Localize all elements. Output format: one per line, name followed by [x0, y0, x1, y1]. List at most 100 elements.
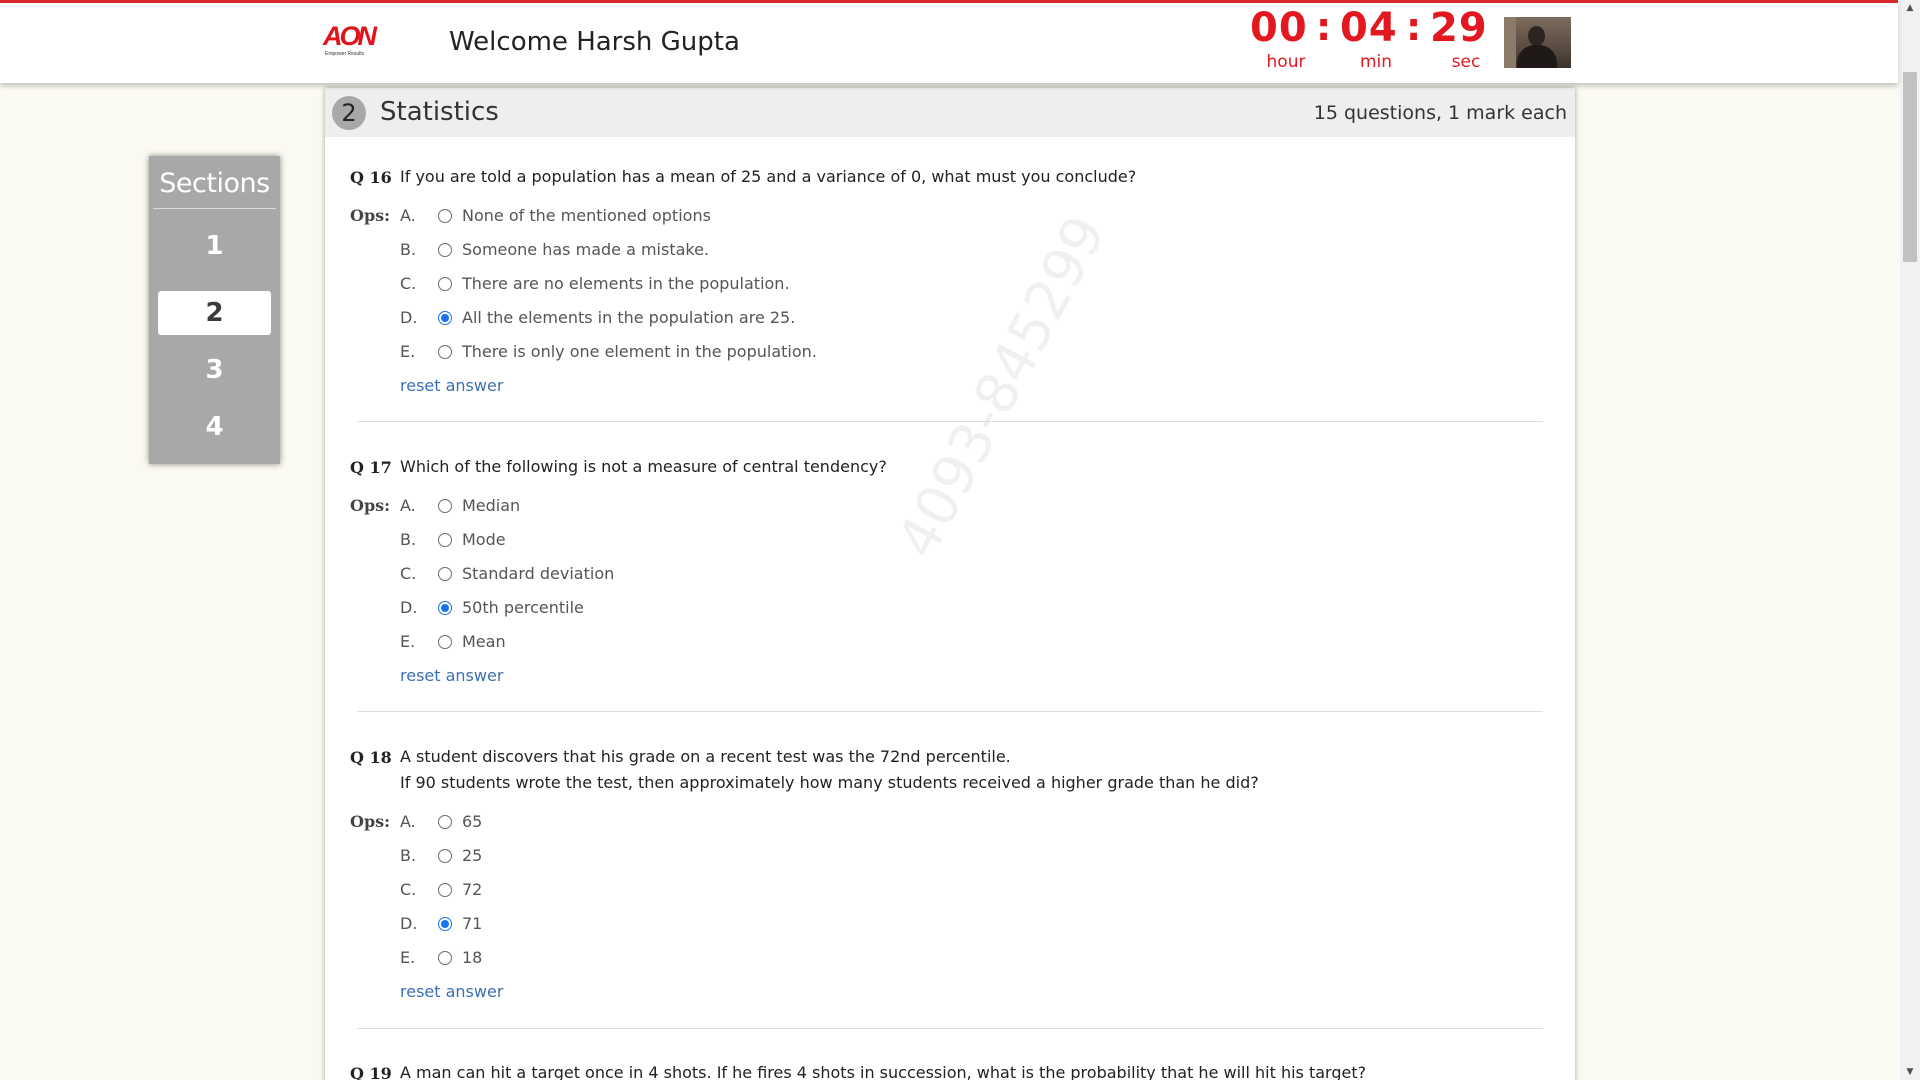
- radio-button[interactable]: [438, 567, 452, 581]
- option-b[interactable]: B. Someone has made a mistake.: [400, 240, 1200, 262]
- option-letter: A.: [400, 496, 416, 515]
- option-text: 25: [462, 846, 483, 865]
- timer-hour-label: hour: [1266, 52, 1306, 72]
- option-c[interactable]: C. There are no elements in the populati…: [400, 274, 1200, 296]
- question-divider: [357, 421, 1543, 422]
- radio-button[interactable]: [438, 277, 452, 291]
- option-text: Mean: [462, 632, 506, 651]
- option-text: There are no elements in the population.: [462, 274, 790, 293]
- option-text: 50th percentile: [462, 598, 584, 617]
- question-divider: [357, 711, 1543, 712]
- option-a[interactable]: A. 65: [400, 812, 1200, 834]
- section-header: 2 Statistics 15 questions, 1 mark each: [325, 88, 1575, 137]
- option-d[interactable]: D. 71: [400, 914, 1200, 936]
- radio-button-selected[interactable]: [438, 917, 452, 931]
- option-c[interactable]: C. Standard deviation: [400, 564, 1200, 586]
- timer-min-label: min: [1359, 52, 1393, 72]
- timer-seconds: 29: [1430, 5, 1488, 51]
- question-text-line: A man can hit a target once in 4 shots. …: [400, 1063, 1367, 1080]
- radio-button-selected[interactable]: [438, 601, 452, 615]
- page-scrollbar[interactable]: ▲ ▼: [1900, 0, 1920, 1080]
- ops-label: Ops:: [350, 812, 391, 831]
- question-panel: 2 Statistics 15 questions, 1 mark each 4…: [325, 88, 1575, 1080]
- section-item-3[interactable]: 3: [158, 348, 271, 392]
- option-b[interactable]: B. 25: [400, 846, 1200, 868]
- option-b[interactable]: B. Mode: [400, 530, 1200, 552]
- option-letter: D.: [400, 914, 418, 933]
- option-text: 71: [462, 914, 483, 933]
- scrollbar-thumb[interactable]: [1903, 72, 1917, 262]
- question-text: Which of the following is not a measure …: [400, 454, 887, 480]
- section-item-4[interactable]: 4: [158, 405, 271, 449]
- option-text: None of the mentioned options: [462, 206, 711, 225]
- option-text: 72: [462, 880, 483, 899]
- radio-button[interactable]: [438, 209, 452, 223]
- radio-button[interactable]: [438, 533, 452, 547]
- option-text: 65: [462, 812, 483, 831]
- option-letter: E.: [400, 948, 416, 967]
- timer-separator: :: [1406, 5, 1422, 49]
- question-text-line: A student discovers that his grade on a …: [400, 747, 1011, 766]
- sections-divider: [153, 208, 276, 209]
- radio-button[interactable]: [438, 345, 452, 359]
- option-letter: B.: [400, 240, 417, 259]
- option-letter: B.: [400, 846, 417, 865]
- section-item-1[interactable]: 1: [158, 224, 271, 268]
- option-text: Someone has made a mistake.: [462, 240, 710, 259]
- top-header: AON Empower Results Welcome Harsh Gupta …: [0, 0, 1898, 83]
- option-d[interactable]: D. 50th percentile: [400, 598, 1200, 620]
- question-number: Q 16: [350, 168, 392, 187]
- scroll-down-arrow-icon[interactable]: ▼: [1900, 1064, 1920, 1080]
- option-a[interactable]: A. None of the mentioned options: [400, 206, 1200, 228]
- radio-button[interactable]: [438, 951, 452, 965]
- option-letter: A.: [400, 206, 416, 225]
- radio-button[interactable]: [438, 883, 452, 897]
- option-letter: D.: [400, 598, 418, 617]
- option-text: 18: [462, 948, 483, 967]
- question-number: Q 17: [350, 458, 392, 477]
- option-e[interactable]: E. Mean: [400, 632, 1200, 654]
- section-item-2[interactable]: 2: [158, 291, 271, 335]
- reset-answer-link[interactable]: reset answer: [400, 666, 503, 685]
- option-text: There is only one element in the populat…: [462, 342, 817, 361]
- option-text: Median: [462, 496, 521, 515]
- timer-separator: :: [1316, 5, 1332, 49]
- aon-logo: AON Empower Results: [323, 21, 383, 61]
- reset-answer-link[interactable]: reset answer: [400, 982, 503, 1001]
- option-e[interactable]: E. 18: [400, 948, 1200, 970]
- radio-button-selected[interactable]: [438, 311, 452, 325]
- welcome-message: Welcome Harsh Gupta: [449, 27, 740, 57]
- radio-button[interactable]: [438, 849, 452, 863]
- radio-button[interactable]: [438, 499, 452, 513]
- logo-wordmark: AON: [323, 21, 377, 51]
- scroll-up-arrow-icon[interactable]: ▲: [1900, 0, 1920, 16]
- radio-button[interactable]: [438, 635, 452, 649]
- option-e[interactable]: E. There is only one element in the popu…: [400, 342, 1200, 364]
- timer-sec-label: sec: [1451, 52, 1481, 72]
- option-letter: B.: [400, 530, 417, 549]
- option-letter: C.: [400, 564, 417, 583]
- option-letter: E.: [400, 342, 416, 361]
- option-text: Mode: [462, 530, 506, 549]
- option-c[interactable]: C. 72: [400, 880, 1200, 902]
- question-number: Q 19: [350, 1064, 392, 1080]
- option-letter: D.: [400, 308, 418, 327]
- option-letter: C.: [400, 274, 417, 293]
- sections-panel: Sections 1 2 3 4: [149, 156, 280, 464]
- radio-button[interactable]: [438, 815, 452, 829]
- radio-button[interactable]: [438, 243, 452, 257]
- option-text: All the elements in the population are 2…: [462, 308, 796, 327]
- question-text: A student discovers that his grade on a …: [400, 744, 1259, 796]
- ops-label: Ops:: [350, 206, 391, 225]
- question-text: If you are told a population has a mean …: [400, 164, 1136, 190]
- option-letter: A.: [400, 812, 416, 831]
- timer-minutes: 04: [1340, 5, 1398, 51]
- option-d[interactable]: D. All the elements in the population ar…: [400, 308, 1200, 330]
- option-a[interactable]: A. Median: [400, 496, 1200, 518]
- reset-answer-link[interactable]: reset answer: [400, 376, 503, 395]
- section-info: 15 questions, 1 mark each: [1313, 102, 1567, 124]
- option-text: Standard deviation: [462, 564, 615, 583]
- webcam-preview: [1504, 17, 1571, 68]
- countdown-timer: 00 : 04 : 29 hour min sec: [1244, 3, 1487, 83]
- timer-hours: 00: [1250, 5, 1308, 51]
